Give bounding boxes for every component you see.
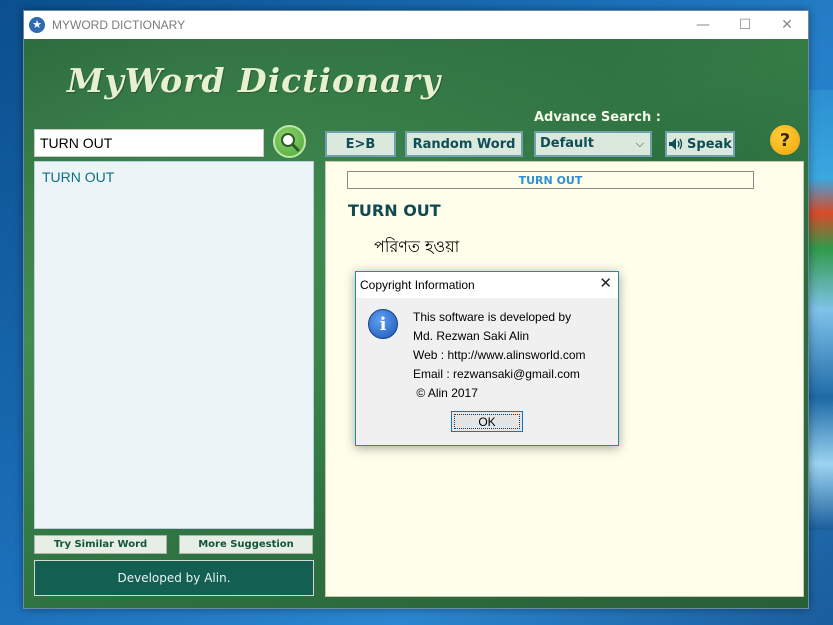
desktop-wallpaper xyxy=(808,90,833,530)
speak-button[interactable]: Speak xyxy=(665,131,735,157)
minimize-button[interactable]: — xyxy=(682,11,724,39)
e-to-b-button[interactable]: E>B xyxy=(325,131,396,157)
app-logo: MyWord Dictionary xyxy=(67,61,442,100)
dialog-close-button[interactable]: ✕ xyxy=(599,276,612,292)
dialog-line: Md. Rezwan Saki Alin xyxy=(413,329,530,343)
magnifier-icon xyxy=(280,132,299,151)
try-similar-word-button[interactable]: Try Similar Word xyxy=(34,535,167,554)
dialog-message: This software is developed by Md. Rezwan… xyxy=(413,308,586,403)
search-input[interactable]: TURN OUT xyxy=(34,129,264,157)
speak-label: Speak xyxy=(687,136,732,152)
search-button[interactable] xyxy=(273,125,306,158)
dialog-title-bar: Copyright Information ✕ xyxy=(356,272,618,298)
speaker-icon xyxy=(669,138,683,150)
dialog-line: Email : rezwansaki@gmail.com xyxy=(413,367,580,381)
developer-credit: Developed by Alin. xyxy=(34,560,314,596)
close-icon: ✕ xyxy=(781,17,793,33)
more-suggestion-button[interactable]: More Suggestion xyxy=(179,535,313,554)
select-value: Default xyxy=(540,136,594,151)
random-word-button[interactable]: Random Word xyxy=(405,131,523,157)
close-button[interactable]: ✕ xyxy=(766,11,808,39)
word-meaning: পরিণত হওয়া xyxy=(374,237,460,256)
list-item[interactable]: TURN OUT xyxy=(42,169,114,185)
word-list[interactable]: TURN OUT xyxy=(34,161,314,529)
dialog-title: Copyright Information xyxy=(360,278,475,292)
dialog-line: Web : http://www.alinsworld.com xyxy=(413,348,586,362)
window-controls: — ☐ ✕ xyxy=(682,11,808,39)
word-title: TURN OUT xyxy=(348,201,441,220)
question-icon: ? xyxy=(779,129,791,151)
app-icon: ★ xyxy=(29,17,45,33)
maximize-button[interactable]: ☐ xyxy=(724,11,766,39)
dialog-line: This software is developed by xyxy=(413,310,572,324)
window-title: MYWORD DICTIONARY xyxy=(52,18,186,32)
word-header-link[interactable]: TURN OUT xyxy=(347,171,754,189)
info-icon: i xyxy=(368,309,398,339)
dialog-line: © Alin 2017 xyxy=(413,386,478,400)
minimize-icon: — xyxy=(696,17,710,33)
advance-search-label: Advance Search : xyxy=(534,110,661,125)
advance-search-select[interactable]: Default ⌵ xyxy=(534,131,652,157)
help-button[interactable]: ? xyxy=(770,125,800,155)
maximize-icon: ☐ xyxy=(738,17,752,33)
title-bar: ★ MYWORD DICTIONARY — ☐ ✕ xyxy=(24,11,808,39)
chevron-down-icon: ⌵ xyxy=(635,137,644,150)
copyright-dialog: Copyright Information ✕ i This software … xyxy=(355,271,619,446)
ok-button[interactable]: OK xyxy=(451,411,523,432)
